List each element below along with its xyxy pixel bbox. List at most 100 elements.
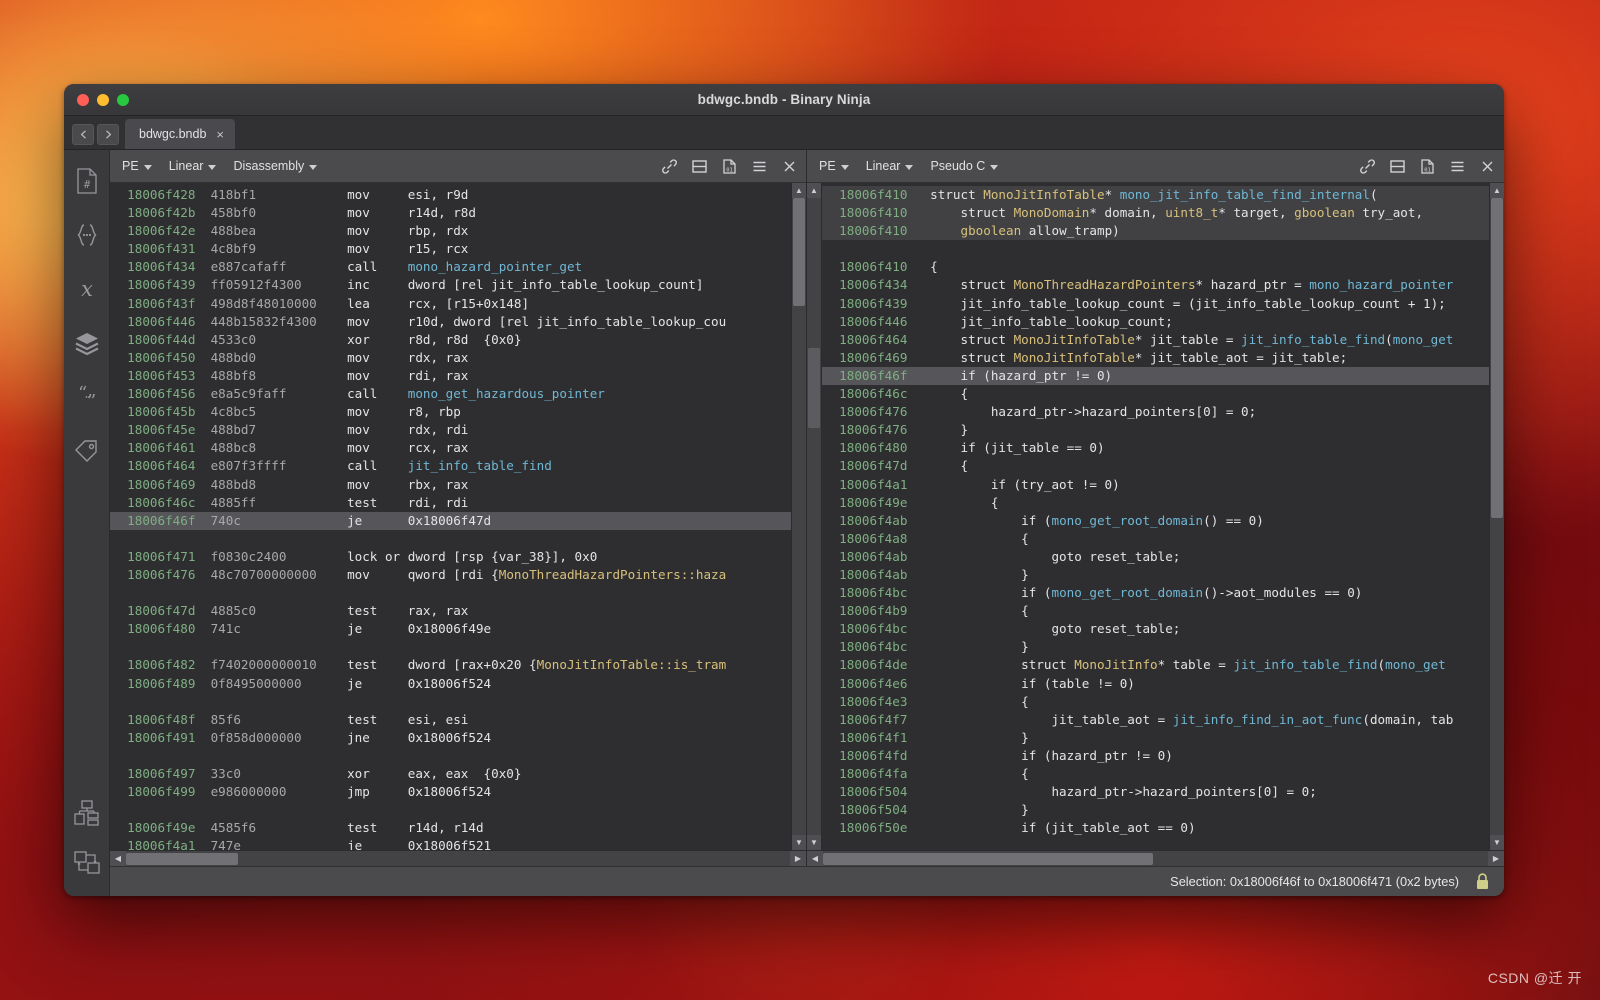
- pseudo-c-line[interactable]: 18006f480 if (jit_table == 0): [822, 439, 1489, 457]
- disassembly-line[interactable]: 18006f456 e8a5c9faff call mono_get_hazar…: [110, 385, 791, 403]
- disassembly-line[interactable]: 18006f497 33c0 xor eax, eax {0x0}: [110, 765, 791, 783]
- link-icon[interactable]: [661, 158, 678, 175]
- scroll-down-icon[interactable]: ▼: [1490, 835, 1504, 850]
- pseudo-c-line[interactable]: 18006f4b9 {: [822, 602, 1489, 620]
- pseudo-c-line[interactable]: 18006f50e if (jit_table_aot == 0): [822, 819, 1489, 837]
- file-tab-bdwgc[interactable]: bdwgc.bndb ×: [125, 119, 236, 149]
- disassembly-line[interactable]: 18006f471 f0830c2400 lock or dword [rsp …: [110, 548, 791, 566]
- disassembly-line[interactable]: 18006f49e 4585f6 test r14d, r14d: [110, 819, 791, 837]
- pseudo-c-line[interactable]: 18006f4ab if (mono_get_root_domain() == …: [822, 512, 1489, 530]
- sidebar-item-strings[interactable]: “ ”: [70, 380, 104, 414]
- disassembly-horizontal-scrollbar[interactable]: ◀ ▶: [110, 850, 806, 867]
- disassembly-line[interactable]: 18006f453 488bf8 mov rdi, rax: [110, 367, 791, 385]
- disassembly-line[interactable]: 18006f469 488bd8 mov rbx, rax: [110, 476, 791, 494]
- pseudo-c-listing[interactable]: 18006f410 struct MonoJitInfoTable* mono_…: [822, 183, 1489, 850]
- pseudo-c-line[interactable]: 18006f504 }: [822, 801, 1489, 819]
- pseudo-c-line[interactable]: 18006f4f1 }: [822, 729, 1489, 747]
- pseudo-c-line[interactable]: 18006f4ab goto reset_table;: [822, 548, 1489, 566]
- disassembly-line[interactable]: 18006f439 ff05912f4300 inc dword [rel ji…: [110, 276, 791, 294]
- pseudo-c-line[interactable]: 18006f4a1 if (try_aot != 0): [822, 476, 1489, 494]
- pseudo-c-line[interactable]: 18006f439 jit_info_table_lookup_count = …: [822, 295, 1489, 313]
- pseudo-c-line[interactable]: 18006f476 hazard_ptr->hazard_pointers[0]…: [822, 403, 1489, 421]
- disassembly-line[interactable]: 18006f48f 85f6 test esi, esi: [110, 711, 791, 729]
- vscroll-thumb[interactable]: [1491, 198, 1503, 518]
- right-layout-dropdown[interactable]: Linear: [866, 159, 914, 173]
- right-view-type-dropdown[interactable]: PE: [819, 159, 849, 173]
- pseudo-c-line[interactable]: 18006f4f7 jit_table_aot = jit_info_find_…: [822, 711, 1489, 729]
- pseudo-c-line[interactable]: 18006f4fd if (hazard_ptr != 0): [822, 747, 1489, 765]
- sidebar-item-cross-references[interactable]: [70, 796, 104, 830]
- disassembly-line[interactable]: 18006f476 48c70700000000 mov qword [rdi …: [110, 566, 791, 584]
- disassembly-line[interactable]: 18006f47d 4885c0 test rax, rax: [110, 602, 791, 620]
- disassembly-vertical-scrollbar[interactable]: ▲ ▼: [791, 183, 806, 850]
- close-pane-icon[interactable]: [781, 158, 798, 175]
- scroll-down-icon[interactable]: ▼: [792, 835, 806, 850]
- pseudo-c-line[interactable]: 18006f4bc }: [822, 638, 1489, 656]
- disassembly-line[interactable]: 18006f464 e807f3ffff call jit_info_table…: [110, 457, 791, 475]
- back-button[interactable]: [72, 124, 94, 145]
- disassembly-line[interactable]: 18006f482 f7402000000010 test dword [rax…: [110, 656, 791, 674]
- hex-file-icon[interactable]: 01: [721, 158, 738, 175]
- disassembly-line[interactable]: 18006f434 e887cafaff call mono_hazard_po…: [110, 258, 791, 276]
- vscroll-thumb[interactable]: [808, 348, 820, 428]
- hscroll-thumb[interactable]: [126, 852, 238, 865]
- disassembly-line[interactable]: 18006f45b 4c8bc5 mov r8, rbp: [110, 403, 791, 421]
- scroll-down-icon[interactable]: ▼: [807, 835, 821, 850]
- pseudo-c-line[interactable]: 18006f504 hazard_ptr->hazard_pointers[0]…: [822, 783, 1489, 801]
- pseudo-c-line[interactable]: 18006f4bc if (mono_get_root_domain()->ao…: [822, 584, 1489, 602]
- pseudo-c-left-scrollbar[interactable]: ▲ ▼: [807, 183, 822, 850]
- left-il-dropdown[interactable]: Disassembly: [233, 159, 318, 173]
- disassembly-line[interactable]: 18006f428 418bf1 mov esi, r9d: [110, 186, 791, 204]
- disassembly-line[interactable]: 18006f46c 4885ff test rdi, rdi: [110, 494, 791, 512]
- close-pane-icon[interactable]: [1479, 158, 1496, 175]
- pseudo-c-line[interactable]: 18006f4e3 {: [822, 693, 1489, 711]
- disassembly-line[interactable]: 18006f491 0f858d000000 jne 0x18006f524: [110, 729, 791, 747]
- pseudo-c-line[interactable]: 18006f410 {: [822, 258, 1489, 276]
- sidebar-item-variables[interactable]: x: [70, 272, 104, 306]
- split-pane-icon[interactable]: [691, 158, 708, 175]
- split-pane-icon[interactable]: [1389, 158, 1406, 175]
- disassembly-line[interactable]: 18006f499 e986000000 jmp 0x18006f524: [110, 783, 791, 801]
- disassembly-line[interactable]: 18006f42b 458bf0 mov r14d, r8d: [110, 204, 791, 222]
- pseudo-c-line[interactable]: 18006f4e6 if (table != 0): [822, 675, 1489, 693]
- disassembly-line[interactable]: 18006f489 0f8495000000 je 0x18006f524: [110, 675, 791, 693]
- pseudo-c-line[interactable]: 18006f434 struct MonoThreadHazardPointer…: [822, 276, 1489, 294]
- pseudo-c-line[interactable]: 18006f410 struct MonoJitInfoTable* mono_…: [822, 186, 1489, 205]
- disassembly-line[interactable]: 18006f46f 740c je 0x18006f47d: [110, 511, 791, 530]
- scroll-left-icon[interactable]: ◀: [110, 850, 126, 867]
- pseudo-c-line[interactable]: 18006f469 struct MonoJitInfoTable* jit_t…: [822, 349, 1489, 367]
- pseudo-c-line[interactable]: 18006f464 struct MonoJitInfoTable* jit_t…: [822, 331, 1489, 349]
- pseudo-c-line[interactable]: 18006f476 }: [822, 421, 1489, 439]
- pseudo-c-line[interactable]: 18006f410 struct MonoDomain* domain, uin…: [822, 204, 1489, 223]
- vscroll-track[interactable]: [1490, 198, 1504, 835]
- sidebar-item-stack[interactable]: [70, 326, 104, 360]
- hscroll-thumb[interactable]: [823, 852, 1153, 865]
- disassembly-line[interactable]: 18006f446 448b15832f4300 mov r10d, dword…: [110, 313, 791, 331]
- scroll-right-icon[interactable]: ▶: [1488, 850, 1504, 867]
- scroll-up-icon[interactable]: ▲: [807, 183, 821, 198]
- options-menu-icon[interactable]: [751, 158, 768, 175]
- scroll-right-icon[interactable]: ▶: [790, 850, 806, 867]
- options-menu-icon[interactable]: [1449, 158, 1466, 175]
- disassembly-line[interactable]: 18006f43f 498d8f48010000 lea rcx, [r15+0…: [110, 295, 791, 313]
- pseudo-c-line[interactable]: 18006f46c {: [822, 385, 1489, 403]
- hscroll-track[interactable]: [126, 851, 790, 867]
- pseudo-c-line[interactable]: 18006f410 gboolean allow_tramp): [822, 222, 1489, 241]
- lock-icon[interactable]: [1475, 873, 1490, 890]
- scroll-up-icon[interactable]: ▲: [792, 183, 806, 198]
- hex-file-icon[interactable]: 01: [1419, 158, 1436, 175]
- pseudo-c-line[interactable]: 18006f46f if (hazard_ptr != 0): [822, 366, 1489, 386]
- pseudo-c-line[interactable]: 18006f49e {: [822, 494, 1489, 512]
- vscroll-track[interactable]: [807, 198, 821, 835]
- disassembly-line[interactable]: 18006f42e 488bea mov rbp, rdx: [110, 222, 791, 240]
- disassembly-line[interactable]: 18006f480 741c je 0x18006f49e: [110, 620, 791, 638]
- left-layout-dropdown[interactable]: Linear: [169, 159, 217, 173]
- left-view-type-dropdown[interactable]: PE: [122, 159, 152, 173]
- vscroll-track[interactable]: [792, 198, 806, 835]
- sidebar-item-symbols[interactable]: #: [70, 164, 104, 198]
- pseudo-c-line[interactable]: 18006f4de struct MonoJitInfo* table = ji…: [822, 656, 1489, 674]
- pseudo-c-line[interactable]: 18006f4bc goto reset_table;: [822, 620, 1489, 638]
- pseudo-c-horizontal-scrollbar[interactable]: ◀ ▶: [807, 850, 1504, 867]
- disassembly-line[interactable]: 18006f431 4c8bf9 mov r15, rcx: [110, 240, 791, 258]
- sidebar-item-call-graph[interactable]: [70, 846, 104, 880]
